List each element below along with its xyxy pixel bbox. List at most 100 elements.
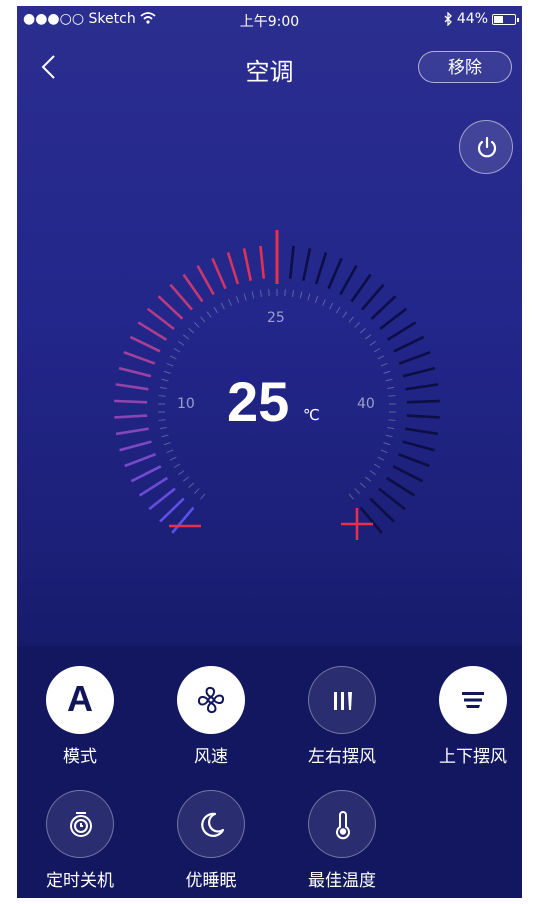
dial-minor-tick bbox=[354, 322, 361, 328]
dial-tick bbox=[398, 453, 430, 468]
dial-tick bbox=[138, 476, 169, 497]
dial-minor-tick bbox=[182, 476, 190, 482]
dial-minor-tick bbox=[163, 370, 171, 374]
dial-minor-tick bbox=[259, 290, 262, 298]
dial-minor-tick bbox=[348, 493, 354, 500]
dial-tick bbox=[406, 399, 440, 404]
dial-label-mid: 25 bbox=[267, 310, 285, 326]
sleep-label: 优睡眠 bbox=[185, 871, 237, 891]
nav-bar: 空调 移除 bbox=[17, 46, 522, 90]
fan-speed-button[interactable] bbox=[177, 666, 245, 734]
dial-minor-tick bbox=[359, 482, 366, 488]
dial-tick bbox=[211, 257, 227, 290]
dial-minor-tick bbox=[220, 302, 225, 310]
vertical-swing-button[interactable] bbox=[439, 666, 507, 734]
power-button[interactable] bbox=[459, 120, 513, 174]
dial-tick bbox=[406, 414, 440, 419]
power-icon bbox=[477, 136, 497, 158]
dial-tick bbox=[157, 295, 184, 320]
dial-tick bbox=[137, 321, 168, 341]
fan-icon bbox=[197, 686, 225, 714]
temperature-dial[interactable] bbox=[17, 6, 522, 566]
status-bar: ●●●○○ Sketch 上午9:00 44% bbox=[17, 6, 522, 34]
dial-minor-tick bbox=[342, 311, 348, 318]
dial-label-max: 40 bbox=[357, 396, 375, 412]
dial-minor-tick bbox=[364, 334, 372, 340]
dial-tick bbox=[259, 245, 266, 279]
horizontal-swing-button[interactable] bbox=[308, 666, 376, 734]
best-temperature-control[interactable]: 最佳温度 bbox=[287, 790, 397, 891]
dial-tick bbox=[402, 366, 436, 378]
dial-minor-tick bbox=[166, 362, 174, 367]
dial-tick bbox=[398, 351, 431, 365]
sleep-button[interactable] bbox=[177, 790, 245, 858]
dial-minor-tick bbox=[383, 370, 391, 374]
dial-minor-tick bbox=[158, 395, 166, 397]
dial-minor-tick bbox=[388, 419, 396, 421]
remove-button[interactable]: 移除 bbox=[418, 51, 512, 83]
dial-minor-tick bbox=[169, 355, 177, 360]
timer-icon bbox=[70, 812, 92, 837]
battery-percent: 44% bbox=[456, 11, 488, 27]
mode-button[interactable]: A bbox=[46, 666, 114, 734]
dial-tick bbox=[118, 366, 152, 378]
dial-minor-tick bbox=[348, 316, 354, 323]
sleep-control[interactable]: 优睡眠 bbox=[156, 790, 266, 891]
mode-label: 模式 bbox=[63, 747, 97, 767]
dial-minor-tick bbox=[380, 449, 388, 454]
dial-minor-tick bbox=[369, 341, 376, 346]
dial-tick bbox=[370, 295, 397, 320]
dial-minor-tick bbox=[178, 470, 185, 475]
bluetooth-icon bbox=[444, 12, 452, 26]
horizontal-swing-label: 左右摆风 bbox=[308, 747, 376, 767]
thermometer-icon bbox=[336, 811, 350, 840]
dial-minor-tick bbox=[329, 302, 334, 310]
dial-minor-tick bbox=[251, 291, 255, 299]
dial-tick bbox=[327, 257, 343, 290]
battery-icon bbox=[492, 13, 519, 25]
dial-tick bbox=[124, 453, 156, 468]
moon-icon bbox=[201, 812, 225, 837]
dial-minor-tick bbox=[200, 316, 206, 323]
best-temperature-button[interactable] bbox=[308, 790, 376, 858]
timer-button[interactable] bbox=[46, 790, 114, 858]
dial-minor-tick bbox=[377, 456, 385, 461]
dial-tick bbox=[402, 440, 435, 452]
dial-minor-tick bbox=[377, 355, 385, 360]
temperature-value: 25 bbox=[227, 370, 290, 433]
fan-speed-control[interactable]: 风速 bbox=[156, 666, 266, 767]
dial-minor-tick bbox=[188, 482, 195, 488]
dial-tick bbox=[114, 414, 148, 419]
dial-minor-tick bbox=[161, 378, 169, 382]
dial-minor-tick bbox=[354, 488, 361, 494]
dial-label-min: 10 bbox=[177, 396, 195, 412]
dial-tick bbox=[169, 283, 193, 311]
fan-speed-label: 风速 bbox=[194, 747, 228, 767]
dial-minor-tick bbox=[159, 426, 167, 430]
mode-a-icon: A bbox=[67, 678, 93, 719]
dial-minor-tick bbox=[243, 293, 247, 301]
dial-minor-tick bbox=[388, 395, 396, 397]
dial-minor-tick bbox=[173, 463, 181, 468]
dial-minor-tick bbox=[193, 488, 200, 494]
dial-tick bbox=[182, 273, 204, 303]
dial-minor-tick bbox=[159, 386, 167, 390]
timer-label: 定时关机 bbox=[46, 871, 114, 891]
dial-tick bbox=[123, 351, 156, 365]
dial-minor-tick bbox=[307, 293, 311, 301]
dial-minor-tick bbox=[373, 348, 381, 353]
dial-tick bbox=[130, 465, 162, 483]
timer-control[interactable]: 定时关机 bbox=[25, 790, 135, 891]
increase-temperature-button[interactable] bbox=[339, 506, 375, 542]
horizontal-swing-icon bbox=[334, 692, 352, 710]
dial-minor-tick bbox=[158, 419, 166, 421]
vertical-swing-control[interactable]: 上下摆风 bbox=[418, 666, 522, 767]
horizontal-swing-control[interactable]: 左右摆风 bbox=[287, 666, 397, 767]
dial-minor-tick bbox=[373, 463, 381, 468]
mode-control[interactable]: A 模式 bbox=[25, 666, 135, 767]
decrease-temperature-button[interactable] bbox=[167, 514, 203, 538]
dial-minor-tick bbox=[322, 299, 326, 306]
dial-minor-tick bbox=[163, 442, 171, 446]
dial-minor-tick bbox=[299, 291, 303, 299]
dial-minor-tick bbox=[364, 476, 372, 482]
